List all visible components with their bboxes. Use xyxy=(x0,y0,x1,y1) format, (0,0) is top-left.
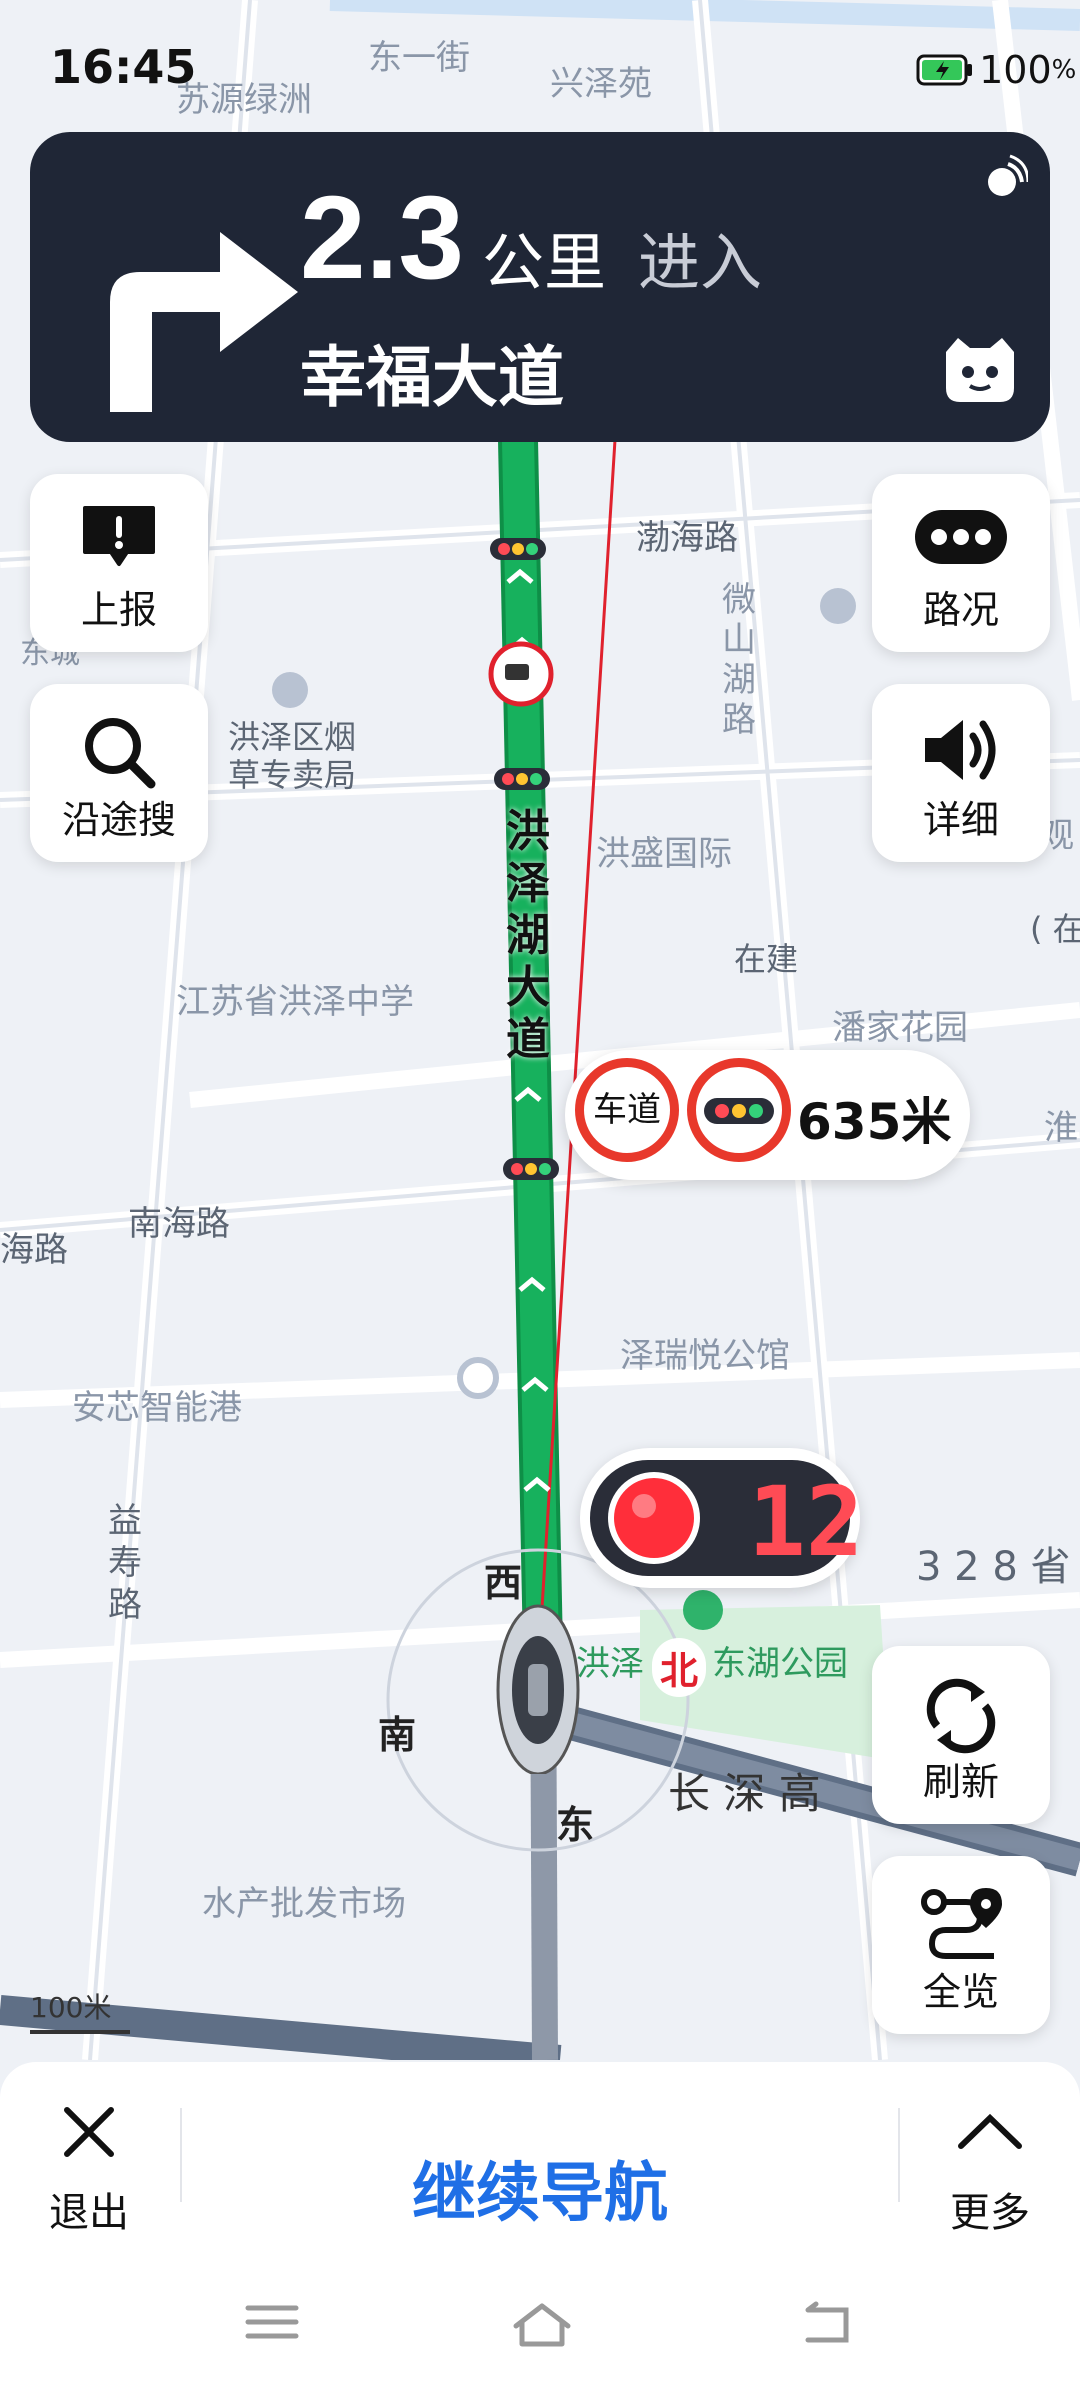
refresh-icon xyxy=(926,1678,996,1754)
detail-voice-button[interactable]: 详细 xyxy=(872,684,1050,862)
map-label: 洪泽 xyxy=(576,1644,644,1684)
route-overview-icon xyxy=(921,1888,1002,1959)
search-icon xyxy=(85,718,156,789)
refresh-button[interactable]: 刷新 xyxy=(872,1646,1050,1824)
more-button[interactable]: 更多 xyxy=(915,2102,1065,2238)
map-label: ( 在 xyxy=(1030,910,1080,948)
route-road-label: 洪泽湖大道 xyxy=(506,806,550,1065)
assistant-cat-icon[interactable] xyxy=(940,332,1020,406)
map-label: 安芯智能港 xyxy=(72,1388,242,1428)
map-label: 益寿路 xyxy=(108,1501,142,1625)
traffic-label: 路况 xyxy=(922,588,999,632)
map-label: 淮 xyxy=(1044,1108,1078,1148)
battery-unit: % xyxy=(1051,55,1077,85)
search-along-route-button[interactable]: 沿途搜 xyxy=(30,684,208,862)
lane-badge: 车道 xyxy=(575,1058,679,1162)
map-label: 水产批发市场 xyxy=(202,1884,406,1924)
map-label: 在建 xyxy=(734,940,799,978)
voice-broadcast-icon[interactable] xyxy=(980,154,1028,202)
lane-signal-bubble[interactable]: 车道 635米 xyxy=(565,1050,970,1180)
map-label: 兴泽苑 xyxy=(550,64,652,104)
turn-distance: 2.3 xyxy=(300,172,465,304)
map-label: 海路 xyxy=(0,1230,68,1270)
battery-level: 100 xyxy=(979,48,1052,92)
battery-icon xyxy=(916,54,972,86)
red-light-icon xyxy=(608,1472,700,1564)
traffic-light-icon xyxy=(704,1098,774,1124)
map-label: 长 深 高 xyxy=(668,1769,821,1818)
overview-button[interactable]: 全览 xyxy=(872,1856,1050,2034)
more-label: 更多 xyxy=(950,2190,1030,2236)
close-icon xyxy=(64,2107,114,2157)
status-time: 16:45 xyxy=(50,40,197,94)
traffic-button[interactable]: 路况 xyxy=(872,474,1050,652)
refresh-label: 刷新 xyxy=(922,1760,999,1804)
car-position-marker xyxy=(494,1598,582,1776)
report-label: 上报 xyxy=(80,588,157,632)
divider xyxy=(180,2108,182,2202)
map-label: 渤海路 xyxy=(636,518,738,558)
turn-action: 进入 xyxy=(638,226,763,299)
traffic-light-badge xyxy=(687,1058,791,1162)
overview-label: 全览 xyxy=(922,1970,999,2014)
turn-right-arrow-icon xyxy=(110,232,298,412)
map-label: 微山湖路 xyxy=(722,580,756,740)
continue-navigation-button[interactable]: 继续导航 xyxy=(340,2142,740,2234)
signal-countdown: 12 xyxy=(580,1448,864,1588)
exit-label: 退出 xyxy=(49,2190,129,2236)
menu-nav-icon[interactable] xyxy=(244,2300,300,2344)
turn-distance-unit: 公里 xyxy=(482,226,607,299)
compass-west: 西 xyxy=(484,1561,523,1605)
detail-label: 详细 xyxy=(922,798,999,842)
map-label: 潘家花园 xyxy=(832,1008,968,1048)
signal-countdown-seconds: 12 xyxy=(748,1466,864,1578)
report-button[interactable]: 上报 xyxy=(30,474,208,652)
chevron-up-icon xyxy=(958,2113,1022,2149)
search-along-route-label: 沿途搜 xyxy=(61,798,176,842)
compass-south: 南 xyxy=(378,1713,417,1757)
battery-indicator: 100% xyxy=(916,48,1077,92)
lane-signal-distance: 635米 xyxy=(797,1093,952,1151)
map-label: 草专卖局 xyxy=(228,756,357,794)
compass-north: 北 xyxy=(652,1638,707,1697)
map-label: 泽瑞悦公馆 xyxy=(620,1336,790,1376)
scale-bar: 100米 xyxy=(30,1986,130,2034)
map-label: 东湖公园 xyxy=(712,1644,848,1684)
back-nav-icon[interactable] xyxy=(800,2300,856,2346)
map-label: 3 2 8 省 xyxy=(916,1544,1071,1590)
traffic-dots-icon xyxy=(915,510,1007,564)
turn-instruction-banner[interactable]: 2.3 公里 进入 幸福大道 xyxy=(30,132,1050,442)
compass-east: 东 xyxy=(556,1803,595,1847)
map-label: 东一街 xyxy=(368,38,470,78)
home-nav-icon[interactable] xyxy=(510,2300,574,2350)
exit-button[interactable]: 退出 xyxy=(14,2102,164,2238)
divider xyxy=(898,2108,900,2202)
report-alert-icon xyxy=(83,506,155,566)
speaker-icon xyxy=(925,720,996,780)
map-label: 洪盛国际 xyxy=(596,834,732,874)
next-road-name: 幸福大道 xyxy=(300,339,564,416)
map-label: 南海路 xyxy=(128,1204,230,1244)
map-label: 江苏省洪泽中学 xyxy=(176,982,414,1022)
